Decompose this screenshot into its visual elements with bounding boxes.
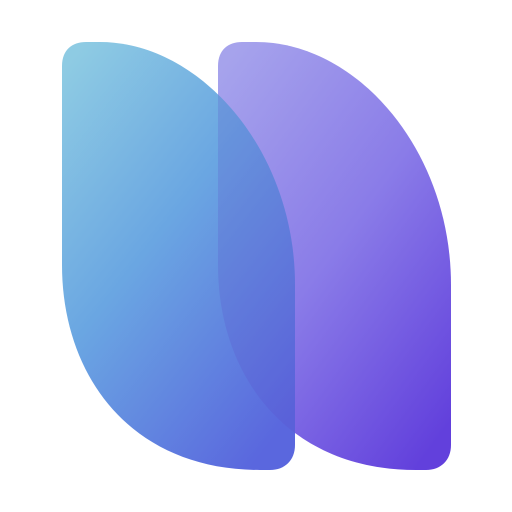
logo-icon <box>62 42 451 470</box>
app-icon-canvas <box>0 0 512 512</box>
